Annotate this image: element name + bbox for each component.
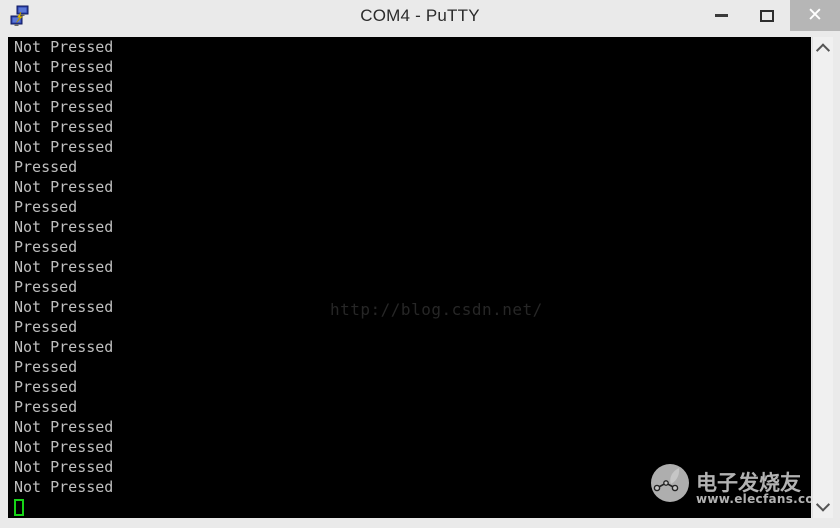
close-button[interactable]: ✕ [790, 0, 840, 31]
terminal-line: Not Pressed [14, 298, 114, 316]
terminal-line: Not Pressed [14, 438, 114, 456]
terminal-line: Not Pressed [14, 38, 114, 56]
window-controls: ✕ [698, 0, 840, 31]
terminal-line: Not Pressed [14, 218, 114, 236]
terminal-line: Pressed [14, 358, 78, 376]
terminal-line: Not Pressed [14, 258, 114, 276]
terminal-line: Pressed [14, 158, 78, 176]
chevron-up-icon [815, 43, 831, 58]
terminal-line: Pressed [14, 318, 78, 336]
terminal-line: Not Pressed [14, 118, 114, 136]
terminal-line: Not Pressed [14, 418, 114, 436]
terminal-line: Not Pressed [14, 138, 114, 156]
logo-row: 电子发烧友 [649, 462, 801, 504]
chevron-down-icon [815, 497, 831, 512]
terminal-line: Not Pressed [14, 478, 114, 496]
close-icon: ✕ [807, 5, 823, 26]
elecfans-logo-url: www.elecfans.com [696, 492, 811, 506]
scroll-up-arrow[interactable] [813, 39, 833, 59]
elecfans-logo-text: 电子发烧友 [696, 471, 801, 495]
maximize-button[interactable] [744, 0, 790, 31]
terminal-line: Pressed [14, 398, 78, 416]
terminal-line: Not Pressed [14, 178, 114, 196]
terminal-line: Pressed [14, 378, 78, 396]
elecfans-leaf-icon [649, 462, 691, 504]
terminal-line: Pressed [14, 278, 78, 296]
terminal-output: Not Pressed Not Pressed Not Pressed Not Pre… [14, 37, 113, 497]
terminal-screen[interactable]: Not Pressed Not Pressed Not Pressed Not Pre… [8, 37, 811, 518]
scroll-down-arrow[interactable] [813, 496, 833, 516]
putty-window: COM4 - PuTTY ✕ Not Pressed Not Pressed Not… [0, 0, 840, 528]
title-bar[interactable]: COM4 - PuTTY ✕ [0, 0, 840, 31]
terminal-scrollbar[interactable] [812, 37, 833, 518]
terminal-line: Pressed [14, 198, 78, 216]
terminal-line: Not Pressed [14, 58, 114, 76]
terminal-line: Pressed [14, 238, 78, 256]
terminal-line: Not Pressed [14, 338, 114, 356]
maximize-icon [760, 9, 774, 22]
terminal-frame: Not Pressed Not Pressed Not Pressed Not Pre… [0, 31, 840, 528]
minimize-icon [714, 14, 728, 17]
terminal-line: Not Pressed [14, 458, 114, 476]
terminal-cursor [14, 499, 24, 516]
elecfans-logo-watermark: 电子发烧友 www.elecfans.com [649, 462, 811, 514]
url-watermark: http://blog.csdn.net/ [330, 300, 543, 319]
minimize-button[interactable] [698, 0, 744, 31]
terminal-line: Not Pressed [14, 98, 114, 116]
terminal-line: Not Pressed [14, 78, 114, 96]
